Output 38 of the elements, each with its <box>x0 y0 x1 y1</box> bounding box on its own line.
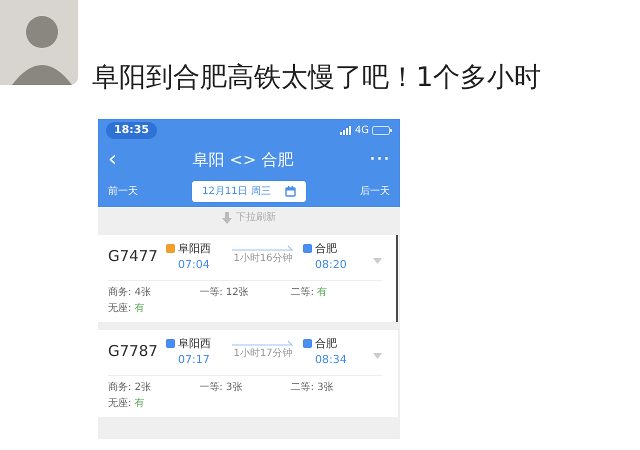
more-button[interactable]: ··· <box>369 148 390 170</box>
post-text: 阜阳到合肥高铁太慢了吧！1个多小时 <box>92 61 542 95</box>
seat-availability: 商务: 4张 <box>108 286 152 300</box>
arrival-station: 合肥 <box>315 336 337 352</box>
seat-availability: 商务: 2张 <box>108 380 152 394</box>
signal-icon <box>340 126 352 135</box>
expand-icon[interactable] <box>373 353 382 360</box>
duration: 1小时16分钟 <box>232 252 294 266</box>
seat-availability: 一等: 3张 <box>199 380 244 394</box>
refresh-hint: 下拉刷新 <box>236 210 276 225</box>
departure-station: 阜阳西 <box>178 336 211 352</box>
calendar-icon <box>284 186 296 197</box>
seat-availability: 二等: 有 <box>290 286 328 300</box>
nav-title: 阜阳 <> 合肥 <box>192 148 294 170</box>
departure-time: 07:17 <box>177 352 211 368</box>
departure-station: 阜阳西 <box>178 240 211 256</box>
battery-icon <box>372 126 392 135</box>
train-card[interactable]: G7477 阜阳西 07:04 1小时16分钟 合肥 08:20 商务: 4张 一等: 12张 二等: 有 无座: 有 <box>98 234 398 322</box>
seat-availability: 一等: 12张 <box>199 286 250 300</box>
arrival-station: 合肥 <box>315 240 337 256</box>
departure-time: 07:04 <box>177 257 211 273</box>
expand-icon[interactable] <box>373 258 382 264</box>
seat-availability: 二等: 3张 <box>290 380 335 394</box>
seat-availability: 无座: 有 <box>108 302 146 316</box>
previous-day-button[interactable]: 前一天 <box>108 184 138 199</box>
train-number: G7787 <box>108 340 159 362</box>
train-number: G7477 <box>108 246 159 266</box>
arrival-time: 08:20 <box>314 257 347 273</box>
back-button[interactable]: ‹ <box>108 148 117 170</box>
arrival-time: 08:34 <box>314 352 347 368</box>
seat-availability: 无座: 有 <box>108 396 146 410</box>
duration: 1小时17分钟 <box>232 346 294 360</box>
train-card[interactable]: G7787 阜阳西 07:17 1小时17分钟 合肥 08:34 商务: 2张 一等: 3张 二等: 3张 无座: 有 <box>98 330 398 416</box>
network-label: 4G <box>354 124 369 138</box>
status-time: 18:35 <box>106 122 158 139</box>
arrow-down-icon <box>222 212 232 224</box>
next-day-button[interactable]: 后一天 <box>360 184 390 199</box>
date-picker[interactable]: 12月11日 周三 <box>192 181 306 202</box>
